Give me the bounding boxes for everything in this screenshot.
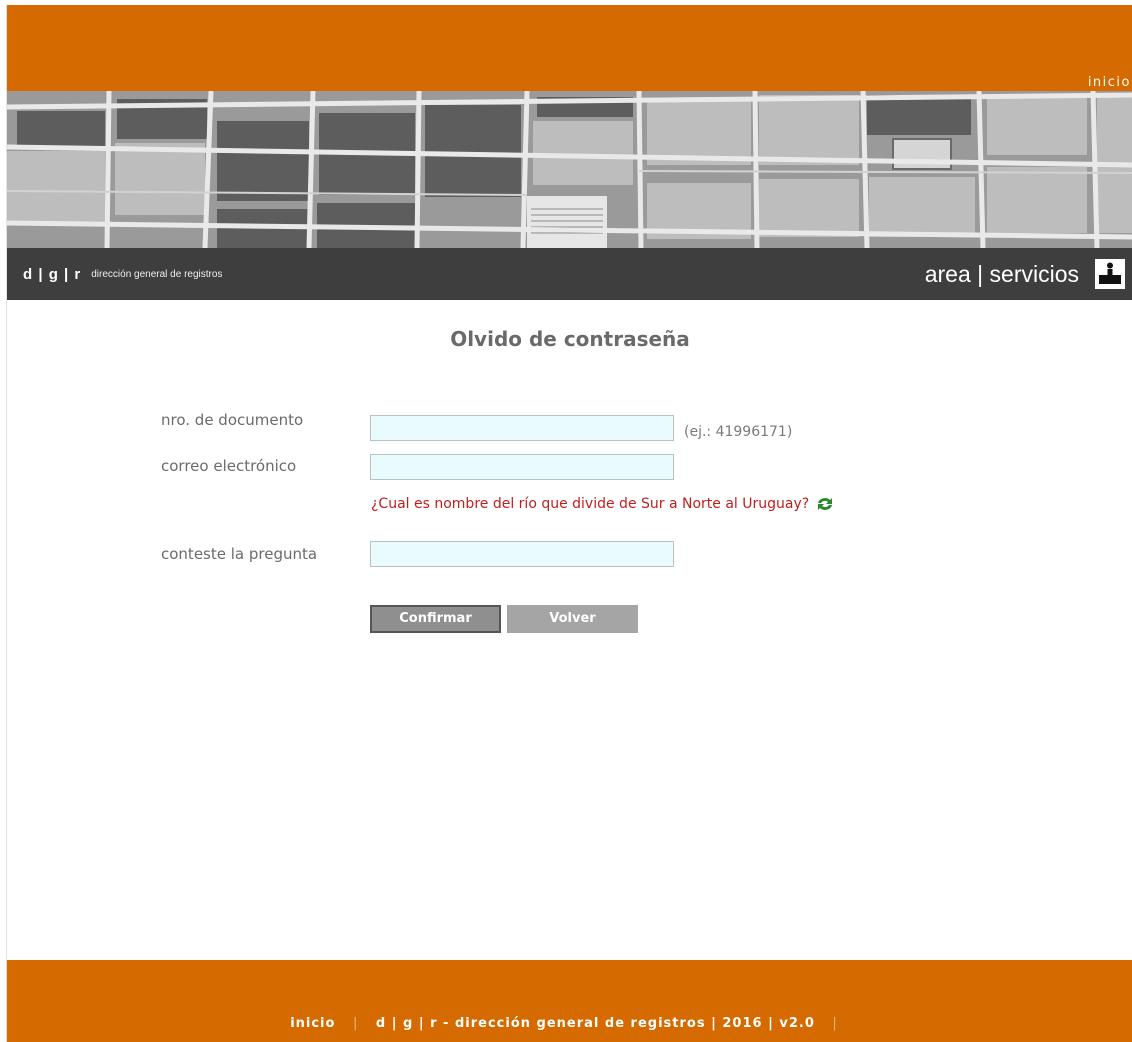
document-input[interactable]	[370, 415, 674, 441]
page-title: Olvido de contraseña	[450, 327, 690, 351]
document-label: nro. de documento	[161, 411, 304, 429]
email-input[interactable]	[370, 454, 674, 480]
confirm-button[interactable]: Confirmar	[370, 605, 501, 633]
top-home-link[interactable]: inicio	[1088, 75, 1132, 91]
footer-separator: |	[352, 1016, 359, 1031]
answer-input[interactable]	[370, 541, 674, 567]
refresh-icon[interactable]	[815, 496, 835, 512]
security-question: ¿Cual es nombre del río que divide de Su…	[371, 496, 835, 512]
brand[interactable]: d | g | r dirección general de registros	[23, 248, 222, 300]
footer-text: d | g | r - dirección general de registr…	[375, 1016, 815, 1031]
nav-bar: d | g | r dirección general de registros…	[7, 248, 1132, 300]
footer-line: inicio | d | g | r - dirección general d…	[7, 1016, 1132, 1031]
footer-separator-end: |	[832, 1016, 838, 1031]
document-hint: (ej.: 41996171)	[684, 424, 793, 440]
footer-home-link[interactable]: inicio	[290, 1016, 335, 1031]
email-label: correo electrónico	[161, 457, 297, 475]
footer: inicio | d | g | r - dirección general d…	[7, 960, 1132, 1042]
brand-name: dirección general de registros	[91, 268, 223, 280]
top-bar: inicio	[7, 5, 1132, 91]
back-button[interactable]: Volver	[507, 605, 638, 633]
security-question-text: ¿Cual es nombre del río que divide de Su…	[371, 496, 810, 512]
building-banner-image	[7, 91, 1132, 248]
page: inicio d | g | r dirección general de re…	[6, 5, 1132, 1042]
answer-label: conteste la pregunta	[161, 545, 318, 563]
area-services-link[interactable]: area | servicios	[925, 248, 1079, 300]
desk-person-icon[interactable]	[1095, 259, 1125, 289]
brand-mark: d | g | r	[23, 265, 82, 283]
